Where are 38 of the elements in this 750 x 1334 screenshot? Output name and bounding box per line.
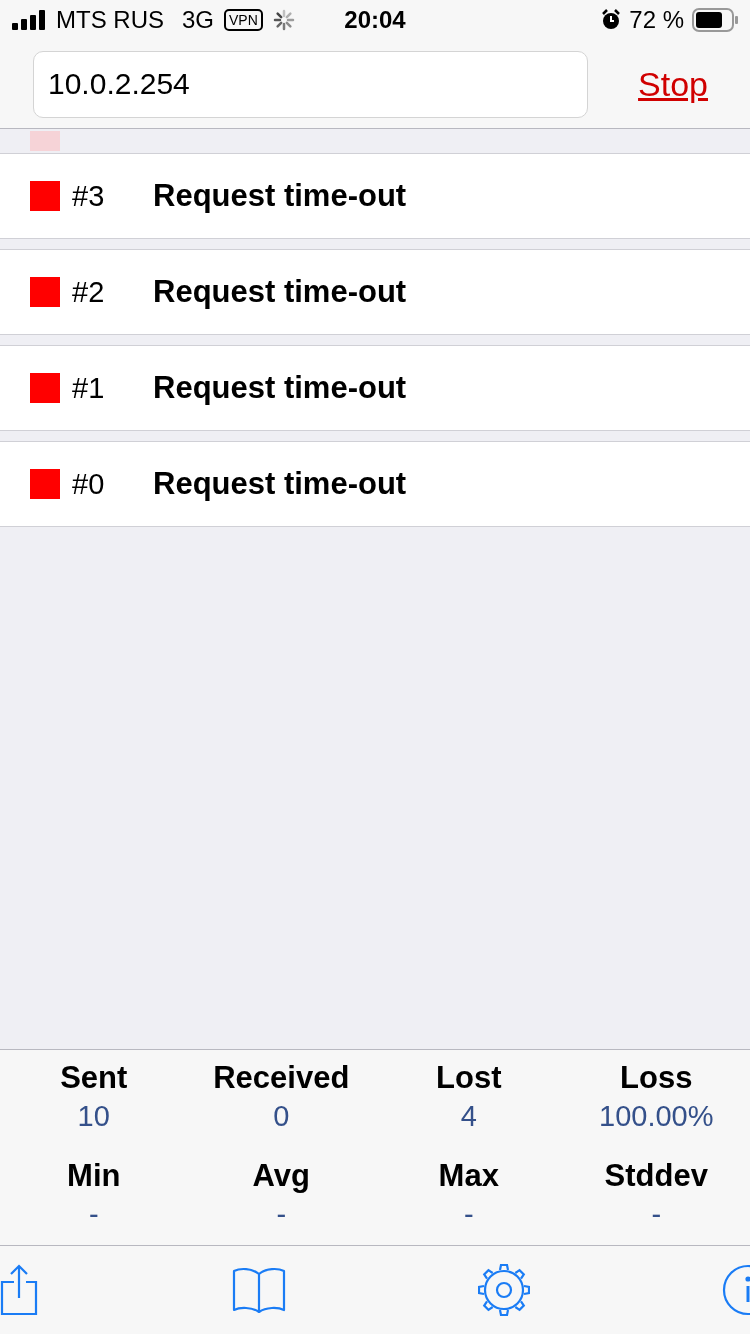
battery-icon <box>692 8 738 32</box>
stat-value: 4 <box>460 1100 477 1133</box>
signal-icon <box>12 10 46 30</box>
stat-label: Loss <box>620 1060 693 1096</box>
stat-label: Sent <box>60 1060 128 1096</box>
stat-value: 100.00% <box>599 1100 714 1133</box>
sequence-number: #2 <box>72 275 106 309</box>
clock-time: 20:04 <box>344 6 406 34</box>
activity-icon <box>272 9 295 31</box>
bookmarks-button[interactable] <box>232 1266 286 1314</box>
sequence-number: #0 <box>72 467 106 501</box>
stat-label: Lost <box>436 1060 502 1096</box>
host-field[interactable]: 10.0.2.254 <box>33 50 589 118</box>
stat-label: Received <box>213 1060 350 1096</box>
stat-value: - <box>88 1198 99 1231</box>
stat-value: - <box>276 1198 287 1231</box>
vpn-badge: VPN <box>224 9 263 31</box>
stop-link[interactable]: Stop <box>638 64 708 104</box>
stat-label: Min <box>67 1158 121 1194</box>
network-type: 3G <box>182 6 214 34</box>
result-message: Request time-out <box>153 466 407 502</box>
stat-value: 10 <box>77 1100 110 1133</box>
settings-button[interactable] <box>478 1264 530 1316</box>
stat-label: Avg <box>252 1158 310 1194</box>
alarm-icon <box>601 9 622 31</box>
stat-label: Max <box>438 1158 499 1194</box>
battery-percent: 72 % <box>629 6 684 34</box>
share-button[interactable] <box>0 1264 40 1316</box>
result-message: Request time-out <box>153 370 407 406</box>
stat-value: 0 <box>273 1100 290 1133</box>
carrier-name: MTS RUS <box>56 6 164 34</box>
result-message: Request time-out <box>153 178 407 214</box>
sequence-number: #3 <box>72 179 106 213</box>
sequence-number: #1 <box>72 371 106 405</box>
result-message: Request time-out <box>153 274 407 310</box>
stat-label: Stddev <box>604 1158 708 1194</box>
stat-value: - <box>463 1198 474 1231</box>
stat-value: - <box>651 1198 662 1231</box>
